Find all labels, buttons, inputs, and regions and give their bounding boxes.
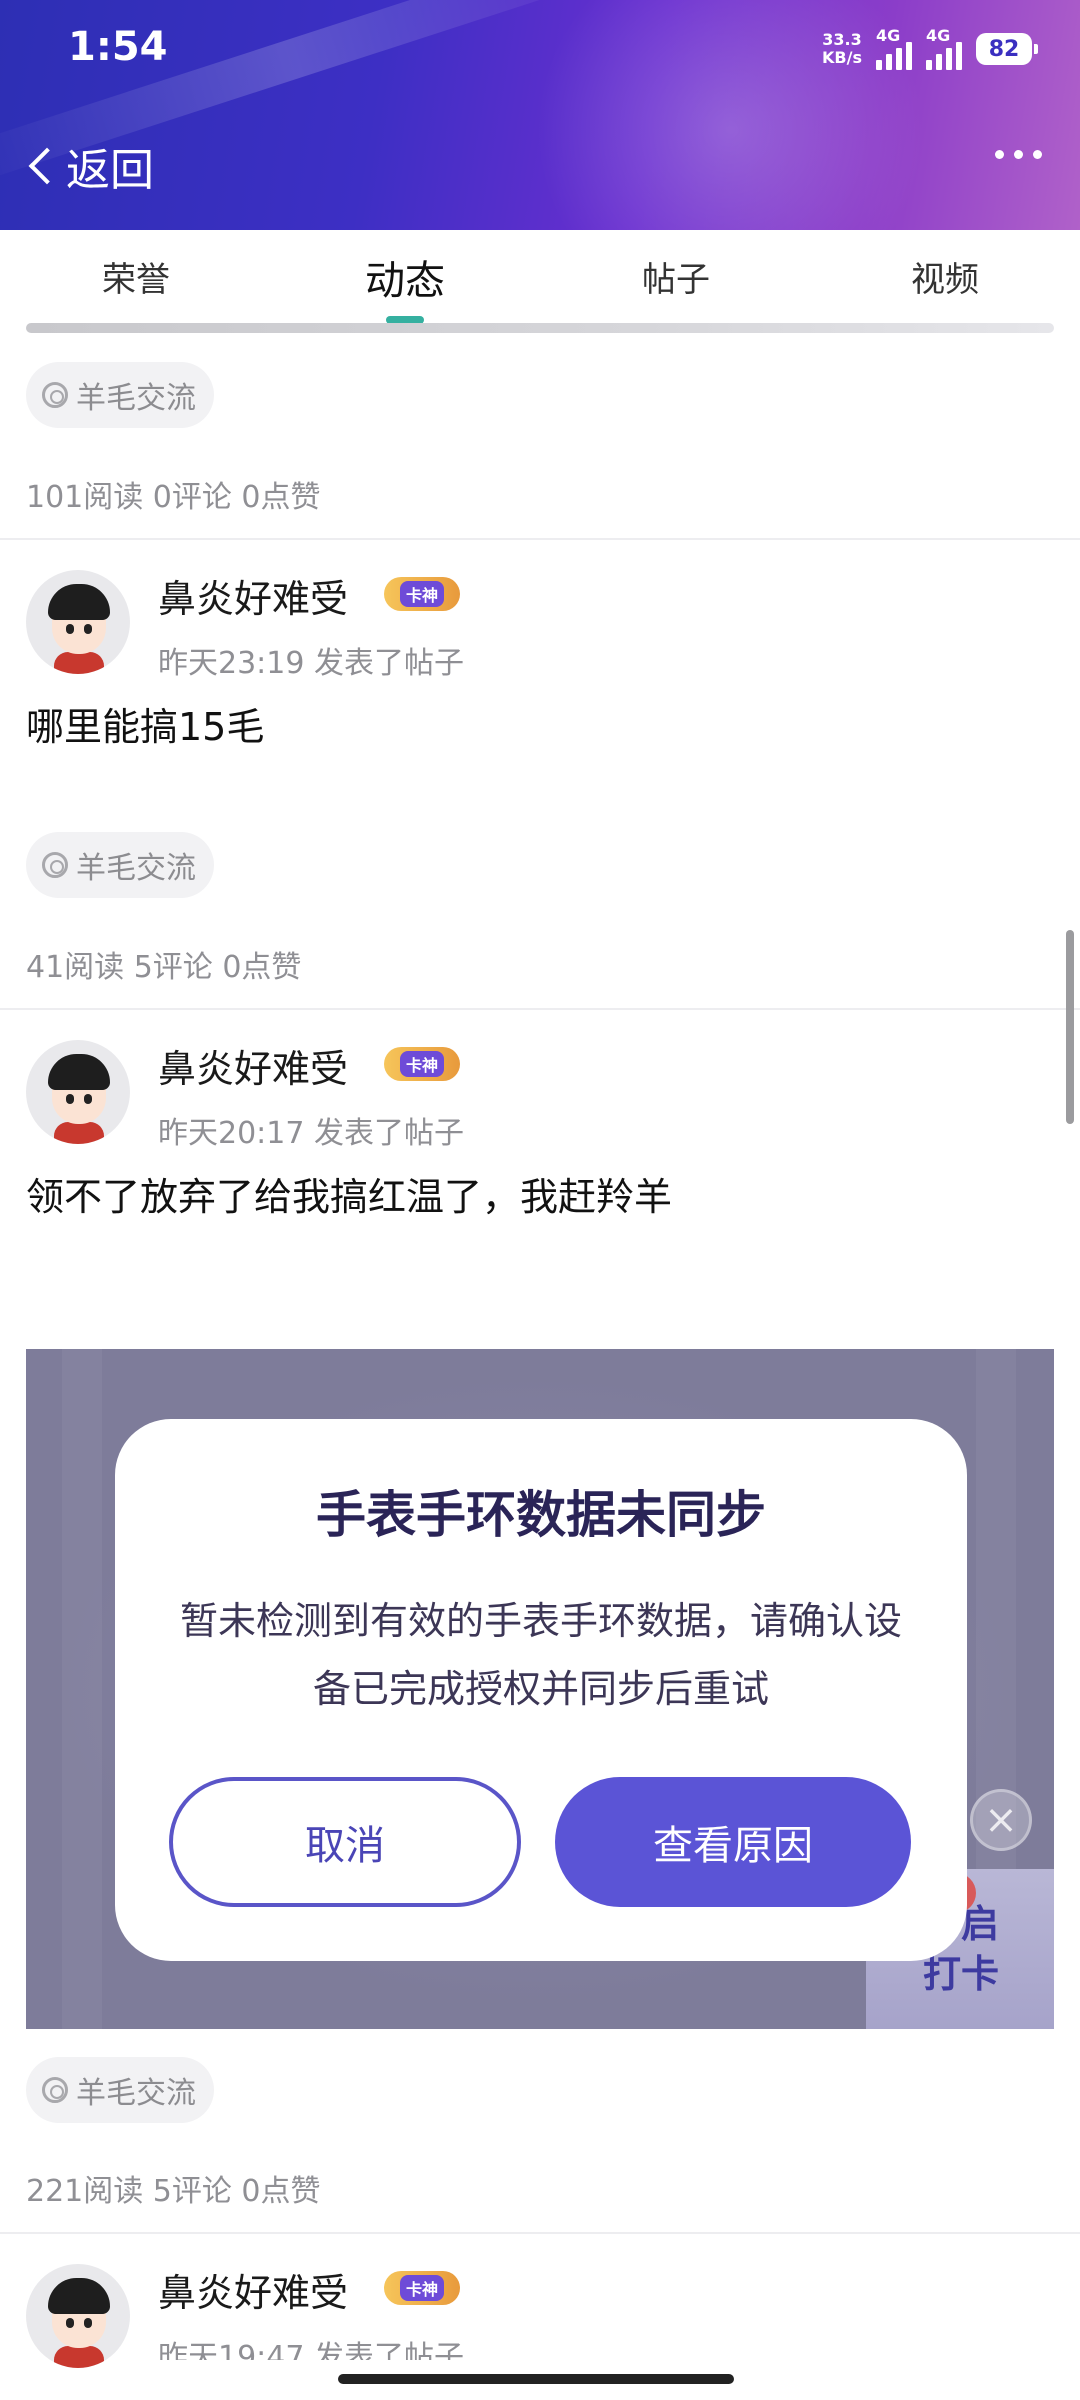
card-god-badge-icon: 卡神 [384, 577, 460, 611]
topic-tag-label: 羊毛交流 [76, 851, 196, 886]
topic-tag-label: 羊毛交流 [76, 381, 196, 416]
battery-level: 82 [988, 36, 1020, 62]
post-stats: 101阅读 0评论 0点赞 [26, 480, 321, 515]
post-meta: 昨天19:47 发表了帖子 [158, 2340, 464, 2360]
status-icons: 33.3 KB/s 4G 4G 82 [822, 26, 1038, 72]
post-meta: 昨天23:19 发表了帖子 [158, 646, 464, 681]
network-speed: 33.3 KB/s [822, 31, 862, 67]
topic-tag[interactable]: 羊毛交流 [26, 2057, 214, 2123]
close-icon: × [970, 1789, 1032, 1851]
screen: 1:54 33.3 KB/s 4G 4G 82 返回 荣誉 动态 帖子 视频 羊… [0, 0, 1080, 2400]
status-time: 1:54 [68, 24, 168, 70]
username[interactable]: 鼻炎好难受 [158, 568, 348, 623]
scrollbar[interactable] [1066, 930, 1074, 1124]
tab-videos[interactable]: 视频 [911, 252, 979, 301]
header: 1:54 33.3 KB/s 4G 4G 82 返回 [0, 0, 1080, 230]
target-icon [42, 852, 68, 878]
post-image[interactable]: 开启打卡 × 手表手环数据未同步 暂未检测到有效的手表手环数据，请确认设备已完成… [26, 1349, 1054, 2029]
sim1-label: 4G [876, 26, 901, 45]
sim2-label: 4G [926, 26, 951, 45]
topic-tag[interactable]: 羊毛交流 [26, 362, 214, 428]
chevron-left-icon [28, 147, 66, 185]
tab-posts[interactable]: 帖子 [642, 252, 710, 301]
topic-tag[interactable]: 羊毛交流 [26, 832, 214, 898]
dialog-view-reason-button: 查看原因 [555, 1777, 911, 1907]
avatar[interactable] [26, 1040, 130, 1144]
post-content[interactable]: 领不了放弃了给我搞红温了，我赶羚羊 [26, 1166, 672, 1221]
avatar[interactable] [26, 2264, 130, 2368]
dialog-cancel-button: 取消 [169, 1777, 521, 1907]
username[interactable]: 鼻炎好难受 [158, 1038, 348, 1093]
more-dot-icon [1033, 150, 1042, 159]
tab-scroll-rail [26, 323, 1054, 333]
tab-honor[interactable]: 荣誉 [102, 252, 170, 301]
dialog-message: 暂未检测到有效的手表手环数据，请确认设备已完成授权并同步后重试 [179, 1599, 902, 1711]
tab-activity[interactable]: 动态 [365, 248, 445, 306]
home-indicator[interactable] [338, 2374, 734, 2384]
screenshot-dialog: 手表手环数据未同步 暂未检测到有效的手表手环数据，请确认设备已完成授权并同步后重… [115, 1419, 967, 1961]
network-speed-unit: KB/s [822, 48, 862, 67]
signal-icon: 4G [926, 26, 962, 70]
target-icon [42, 382, 68, 408]
card-god-badge-icon: 卡神 [384, 1047, 460, 1081]
badge-label: 卡神 [399, 581, 444, 607]
tab-bar: 荣誉 动态 帖子 视频 [0, 230, 1080, 333]
target-icon [42, 2077, 68, 2103]
network-speed-value: 33.3 [822, 30, 862, 49]
avatar[interactable] [26, 570, 130, 674]
signal-icon: 4G [876, 26, 912, 70]
divider [0, 1008, 1080, 1010]
divider [0, 538, 1080, 540]
card-god-badge-icon: 卡神 [384, 2271, 460, 2305]
divider [0, 2232, 1080, 2234]
post-stats: 221阅读 5评论 0点赞 [26, 2174, 321, 2209]
dialog-title: 手表手环数据未同步 [316, 1486, 766, 1544]
more-dot-icon [995, 150, 1004, 159]
badge-label: 卡神 [399, 1051, 444, 1077]
topic-tag-label: 羊毛交流 [76, 2076, 196, 2111]
post-meta: 昨天20:17 发表了帖子 [158, 1116, 464, 1151]
back-label: 返回 [66, 145, 154, 196]
more-dot-icon [1014, 150, 1023, 159]
post-stats: 41阅读 5评论 0点赞 [26, 950, 302, 985]
more-options-button[interactable] [995, 150, 1042, 159]
battery-icon: 82 [976, 33, 1038, 65]
back-button[interactable]: 返回 [22, 134, 154, 198]
username[interactable]: 鼻炎好难受 [158, 2262, 348, 2317]
badge-label: 卡神 [399, 2275, 444, 2301]
post-content[interactable]: 哪里能搞15毛 [26, 696, 264, 751]
